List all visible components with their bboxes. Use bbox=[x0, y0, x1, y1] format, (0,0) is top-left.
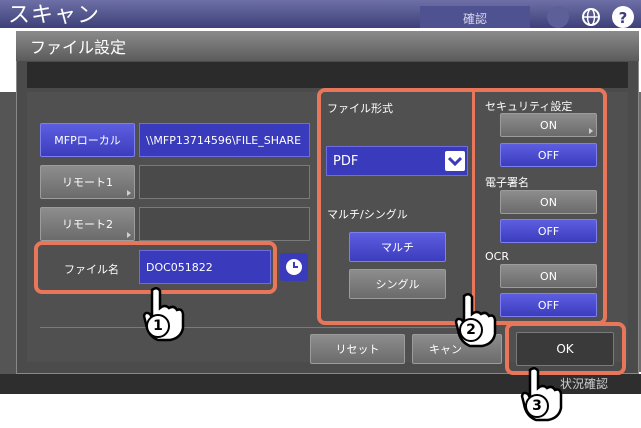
chevron-right-icon bbox=[127, 190, 131, 196]
background-left-strip bbox=[0, 92, 16, 382]
annotation-frame-2 bbox=[317, 88, 607, 325]
reset-button[interactable]: リセット bbox=[310, 334, 405, 364]
svg-text:?: ? bbox=[619, 9, 628, 27]
remote2-path-field[interactable] bbox=[139, 207, 310, 241]
clock-icon bbox=[286, 259, 302, 275]
step-number-2: 2 bbox=[459, 318, 483, 342]
mfp-local-label: MFPローカル bbox=[54, 134, 121, 147]
step-number-3: 3 bbox=[525, 394, 549, 418]
annotation-divider bbox=[472, 92, 475, 320]
reset-label: リセット bbox=[335, 343, 380, 356]
globe-icon[interactable] bbox=[580, 6, 602, 28]
divider bbox=[40, 327, 460, 328]
remote1-path-field[interactable] bbox=[139, 165, 310, 199]
chevron-right-icon bbox=[127, 232, 131, 238]
remote2-label: リモート2 bbox=[62, 218, 113, 231]
remote2-button[interactable]: リモート2 bbox=[40, 207, 135, 241]
dialog-title: ファイル設定 bbox=[30, 38, 127, 57]
mfp-local-path-field[interactable]: \\MFP13714596\FILE_SHARE bbox=[139, 123, 310, 157]
timestamp-button[interactable] bbox=[280, 253, 308, 281]
mfp-local-path: \\MFP13714596\FILE_SHARE bbox=[146, 133, 302, 147]
remote1-button[interactable]: リモート1 bbox=[40, 165, 135, 199]
help-icon[interactable]: ? bbox=[612, 6, 634, 28]
remote1-label: リモート1 bbox=[62, 176, 113, 189]
status-circle-icon bbox=[547, 6, 569, 28]
confirm-tab[interactable]: 確認 bbox=[420, 6, 530, 28]
mfp-local-button[interactable]: MFPローカル bbox=[40, 123, 135, 157]
step-number-1: 1 bbox=[146, 314, 170, 338]
screen-title: スキャン bbox=[8, 3, 101, 28]
message-bar bbox=[27, 62, 628, 88]
job-status-button[interactable]: 状況確認 bbox=[560, 375, 608, 392]
